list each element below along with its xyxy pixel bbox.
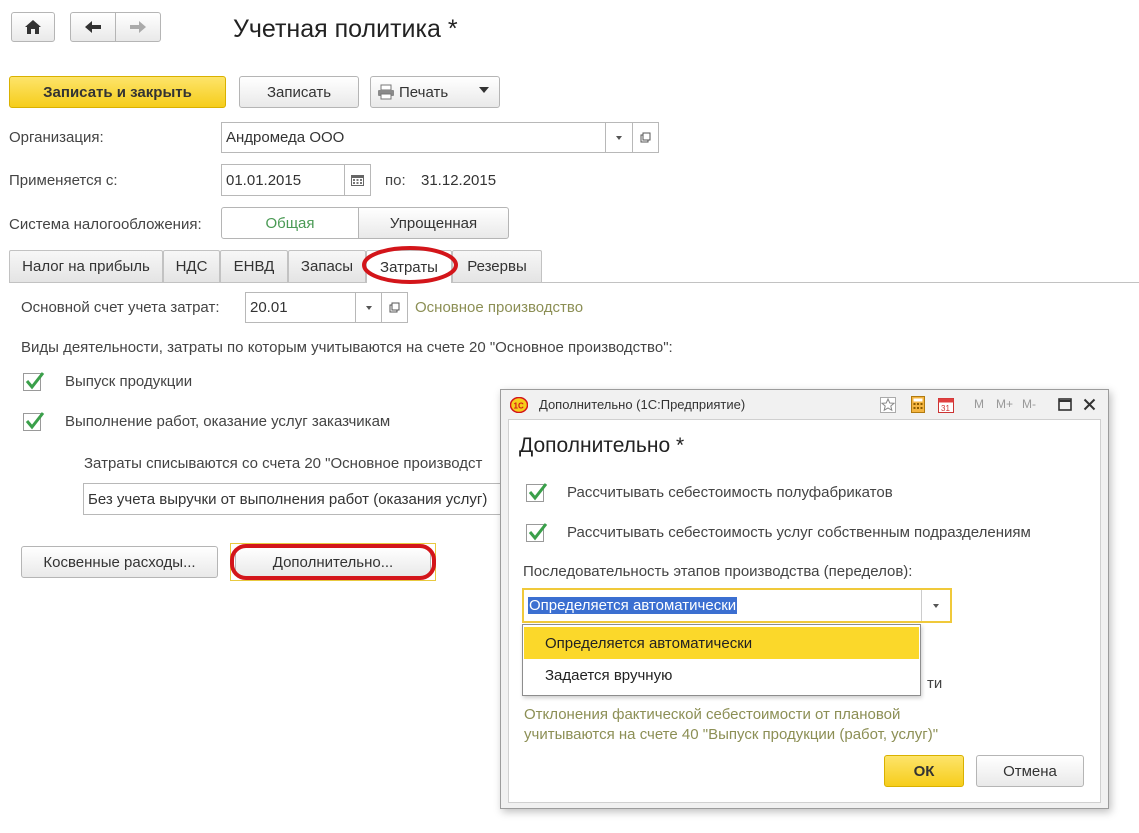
semi-finished-checkbox[interactable] <box>526 483 548 502</box>
sequence-select-value: Определяется автоматически <box>528 597 738 614</box>
arrow-left-icon <box>85 21 101 33</box>
calendar-button[interactable] <box>344 164 371 196</box>
checkmark-icon <box>25 412 45 430</box>
tab-vat[interactable]: НДС <box>163 250 220 282</box>
deviation-note-line1: Отклонения фактической себестоимости от … <box>524 706 901 723</box>
services-checkbox[interactable] <box>23 412 45 431</box>
save-button[interactable]: Записать <box>239 76 359 108</box>
sequence-dropdown-button[interactable] <box>921 590 950 621</box>
writeoff-field[interactable]: Без учета выручки от выполнения работ (о… <box>83 483 523 515</box>
applies-from-date-field[interactable]: 01.01.2015 <box>221 164 345 196</box>
to-date-value: 31.12.2015 <box>421 172 497 189</box>
home-button[interactable] <box>11 12 55 42</box>
extra-button-highlight-ellipse <box>230 544 436 580</box>
memory-icon[interactable]: M <box>974 397 984 411</box>
memory-plus-icon[interactable]: M+ <box>996 397 1013 411</box>
page-title: Учетная политика * <box>233 15 458 43</box>
dialog-title: Дополнительно * <box>519 434 685 457</box>
chevron-down-icon <box>479 87 489 93</box>
deviation-note-line2: учитываются на счете 40 "Выпуск продукци… <box>524 726 939 743</box>
extra-dialog: 1C Дополнительно (1С:Предприятие) 31 M M… <box>500 389 1109 809</box>
sequence-select[interactable]: Определяется автоматически <box>522 588 952 623</box>
home-icon <box>25 20 41 34</box>
cancel-button[interactable]: Отмена <box>976 755 1084 787</box>
tab-reserves[interactable]: Резервы <box>452 250 542 282</box>
print-label: Печать <box>399 83 449 101</box>
back-button[interactable] <box>70 12 116 42</box>
dropdown-option-manual[interactable]: Задается вручную <box>524 661 919 693</box>
printer-icon <box>378 84 394 100</box>
tax-option-simplified[interactable]: Упрощенная <box>358 207 509 239</box>
maximize-icon[interactable] <box>1058 398 1072 411</box>
own-services-checkbox[interactable] <box>526 523 548 542</box>
svg-text:31: 31 <box>941 404 950 413</box>
ok-button[interactable]: ОК <box>884 755 964 787</box>
close-icon[interactable] <box>1083 398 1096 411</box>
app-logo-icon: 1C <box>510 397 528 413</box>
organization-field[interactable]: Андромеда ООО <box>221 122 606 153</box>
calendar-icon[interactable]: 31 <box>938 396 954 413</box>
favorite-icon[interactable] <box>880 397 896 413</box>
save-and-close-button[interactable]: Записать и закрыть <box>9 76 226 108</box>
cost-account-field[interactable]: 20.01 <box>245 292 356 323</box>
cost-account-name: Основное производство <box>415 299 584 316</box>
writeoff-text: Затраты списываются со счета 20 "Основно… <box>84 455 483 472</box>
svg-text:1C: 1C <box>514 402 524 411</box>
services-label: Выполнение работ, оказание услуг заказчи… <box>65 413 391 430</box>
dialog-body: Дополнительно * Рассчитывать себестоимос… <box>508 419 1101 803</box>
tab-inventory[interactable]: Запасы <box>288 250 366 282</box>
memory-minus-icon[interactable]: M- <box>1022 397 1036 411</box>
product-output-label: Выпуск продукции <box>65 373 193 390</box>
checkmark-icon <box>25 372 45 390</box>
sequence-dropdown-list: Определяется автоматически Задается вруч… <box>522 624 921 696</box>
organization-dropdown-button[interactable] <box>605 122 633 153</box>
arrow-right-icon <box>130 21 146 33</box>
applies-from-label: Применяется с: <box>9 172 118 189</box>
hidden-text-tail: ти <box>927 675 943 692</box>
dropdown-option-auto[interactable]: Определяется автоматически <box>524 627 919 659</box>
print-button[interactable]: Печать <box>370 76 500 108</box>
forward-button[interactable] <box>115 12 161 42</box>
cost-account-dropdown-button[interactable] <box>355 292 382 323</box>
open-icon <box>640 132 651 143</box>
organization-label: Организация: <box>9 129 104 146</box>
cost-account-open-button[interactable] <box>381 292 408 323</box>
to-label: по: <box>385 172 406 189</box>
chevron-down-icon <box>365 305 372 310</box>
tabs-baseline <box>9 282 1139 283</box>
tax-system-label: Система налогообложения: <box>9 216 202 233</box>
organization-open-button[interactable] <box>632 122 659 153</box>
dialog-window-title: Дополнительно (1С:Предприятие) <box>539 397 746 412</box>
chevron-down-icon <box>616 135 622 140</box>
cost-account-label: Основной счет учета затрат: <box>21 299 220 316</box>
checkmark-icon <box>528 483 548 501</box>
calculator-icon[interactable] <box>911 396 925 413</box>
chevron-down-icon <box>933 603 939 608</box>
sequence-label: Последовательность этапов производства (… <box>523 563 913 580</box>
activities-text: Виды деятельности, затраты по которым уч… <box>21 339 673 356</box>
tab-envd[interactable]: ЕНВД <box>220 250 288 282</box>
indirect-costs-button[interactable]: Косвенные расходы... <box>21 546 218 578</box>
checkmark-icon <box>528 523 548 541</box>
semi-finished-label: Рассчитывать себестоимость полуфабрикато… <box>567 484 893 501</box>
product-output-checkbox[interactable] <box>23 372 45 391</box>
tab-costs-highlight-ellipse <box>362 246 458 284</box>
tax-option-general[interactable]: Общая <box>221 207 359 239</box>
tab-income-tax[interactable]: Налог на прибыль <box>9 250 163 282</box>
calendar-icon <box>351 174 364 186</box>
open-icon <box>389 302 400 313</box>
own-services-label: Рассчитывать себестоимость услуг собстве… <box>567 524 1031 541</box>
